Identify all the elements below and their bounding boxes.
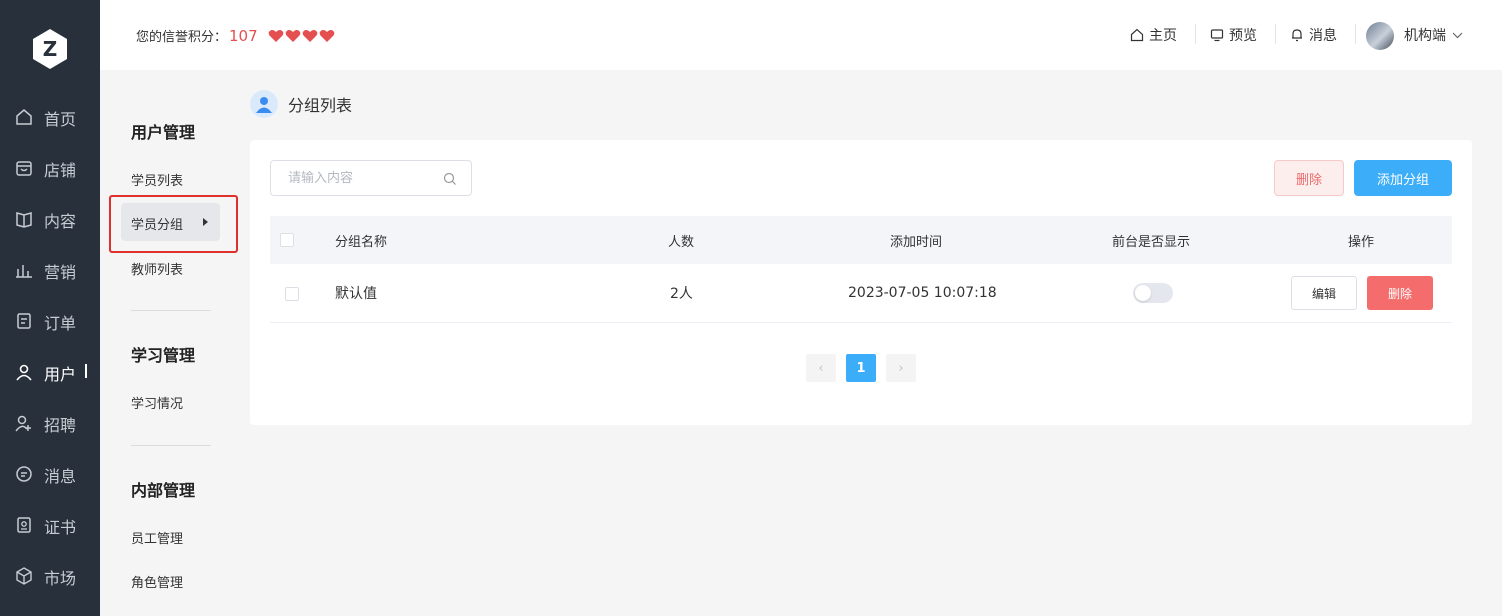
group-title-internal-management: 内部管理	[131, 481, 196, 500]
user-icon	[16, 364, 32, 381]
subnav-item-teacher-list[interactable]: 教师列表	[131, 259, 183, 278]
home-link[interactable]: 主页	[1130, 25, 1177, 45]
row-checkbox[interactable]	[285, 287, 299, 301]
credit-value: 107	[229, 26, 258, 45]
active-indicator	[85, 364, 87, 378]
column-header-count: 人数	[668, 234, 695, 250]
certificate-icon	[17, 517, 31, 533]
nav-item-label: 消息	[44, 467, 77, 486]
subnav-divider	[131, 310, 211, 311]
bell-icon	[1292, 29, 1302, 42]
heart-icon	[319, 29, 334, 42]
secondary-sidebar: 用户管理 学员列表 学员分组 教师列表 学习管理 学习情况 内部管理 员工管理 …	[100, 70, 240, 616]
visibility-cell	[1133, 264, 1173, 322]
chart-icon	[16, 265, 32, 278]
table-header: 分组名称 人数 添加时间 前台是否显示 操作	[270, 216, 1452, 264]
svg-text:Z: Z	[43, 37, 58, 61]
nav-item-label: 内容	[44, 212, 77, 231]
preview-link-label: 预览	[1229, 28, 1257, 44]
book-icon	[16, 212, 32, 228]
home-icon	[1130, 28, 1144, 42]
search-input[interactable]	[272, 162, 442, 194]
nav-item-content[interactable]: 内容	[0, 204, 100, 234]
nav-item-label: 订单	[44, 314, 77, 333]
nav-item-label: 证书	[44, 518, 77, 537]
nav-item-users[interactable]: 用户	[0, 357, 100, 387]
heart-icon	[302, 29, 317, 42]
subnav-item-staff-management[interactable]: 员工管理	[131, 528, 183, 547]
nav-item-orders[interactable]: 订单	[0, 306, 100, 336]
page-button-current[interactable]: 1	[846, 354, 876, 382]
credit-label: 您的信誉积分：	[136, 30, 228, 45]
nav-item-recruit[interactable]: 招聘	[0, 408, 100, 438]
chevron-down-icon	[1452, 32, 1463, 38]
subnav-divider	[131, 445, 211, 446]
nav-item-label: 用户	[44, 365, 77, 384]
subnav-item-student-list[interactable]: 学员列表	[131, 170, 183, 189]
credit-hearts	[268, 29, 335, 43]
group-list-card: 删除 添加分组 分组名称 人数 添加时间 前台是否显示 操作 默认值 2人 20…	[250, 140, 1472, 425]
table-row: 默认值 2人 2023-07-05 10:07:18 编辑 删除	[270, 264, 1452, 323]
store-icon	[16, 161, 32, 176]
column-header-visible: 前台是否显示	[1112, 234, 1191, 250]
nav-item-messages[interactable]: 消息	[0, 459, 100, 489]
nav-item-certificate[interactable]: 证书	[0, 510, 100, 540]
add-group-button[interactable]: 添加分组	[1354, 160, 1452, 196]
top-header: 您的信誉积分： 107 主页 预览 消息 机构端	[100, 0, 1502, 70]
visibility-toggle[interactable]	[1133, 283, 1173, 303]
heart-icon	[285, 29, 300, 42]
preview-link[interactable]: 预览	[1210, 25, 1257, 45]
header-divider	[1355, 24, 1356, 44]
next-page-button[interactable]: ›	[886, 354, 916, 382]
select-all-checkbox[interactable]	[280, 233, 294, 247]
nav-item-home[interactable]: 首页	[0, 102, 100, 132]
order-icon	[17, 313, 31, 329]
row-delete-button[interactable]: 删除	[1367, 276, 1433, 310]
subnav-item-role-management[interactable]: 角色管理	[131, 572, 183, 591]
user-name: 机构端	[1404, 28, 1446, 44]
logo-icon[interactable]: Z	[31, 28, 69, 70]
group-name-cell: 默认值	[335, 286, 377, 302]
page-header: 分组列表	[250, 90, 352, 118]
main-sidebar: Z 首页 店铺 内容 营销 订单 用户 招聘 消息 证书 市场	[0, 0, 100, 616]
group-count-cell: 2人	[670, 286, 693, 302]
search-icon[interactable]	[443, 172, 457, 186]
user-group-icon	[250, 90, 278, 118]
header-divider	[1195, 24, 1196, 44]
avatar[interactable]	[1366, 22, 1394, 50]
messages-link[interactable]: 消息	[1290, 25, 1337, 45]
highlight-box	[109, 195, 238, 253]
nav-item-label: 招聘	[44, 416, 77, 435]
nav-item-label: 首页	[44, 110, 77, 129]
heart-icon	[268, 29, 283, 42]
nav-item-store[interactable]: 店铺	[0, 153, 100, 183]
user-menu[interactable]: 机构端	[1404, 25, 1463, 45]
monitor-icon	[1210, 29, 1224, 42]
market-icon	[16, 567, 32, 585]
nav-item-label: 店铺	[44, 161, 77, 180]
home-icon	[16, 109, 32, 125]
subnav-item-learning-status[interactable]: 学习情况	[131, 393, 183, 412]
group-time-cell: 2023-07-05 10:07:18	[848, 285, 997, 301]
column-header-time: 添加时间	[890, 234, 943, 250]
recruit-icon	[15, 415, 31, 432]
nav-item-marketing[interactable]: 营销	[0, 255, 100, 285]
messages-link-label: 消息	[1309, 28, 1337, 44]
page-title: 分组列表	[288, 96, 353, 115]
bulk-delete-button[interactable]: 删除	[1274, 160, 1344, 196]
group-title-learning-management: 学习管理	[131, 346, 196, 365]
group-title-user-management: 用户管理	[131, 123, 196, 142]
nav-item-label: 市场	[44, 569, 77, 588]
header-divider	[1275, 24, 1276, 44]
credit-score: 您的信誉积分： 107	[136, 26, 335, 45]
column-header-name: 分组名称	[335, 234, 388, 250]
nav-item-label: 营销	[44, 263, 77, 282]
edit-button[interactable]: 编辑	[1291, 276, 1357, 310]
home-link-label: 主页	[1149, 28, 1177, 44]
column-header-actions: 操作	[1348, 234, 1375, 250]
prev-page-button[interactable]: ‹	[806, 354, 836, 382]
search-box	[270, 160, 472, 196]
message-icon	[16, 466, 32, 482]
nav-item-market[interactable]: 市场	[0, 561, 100, 591]
